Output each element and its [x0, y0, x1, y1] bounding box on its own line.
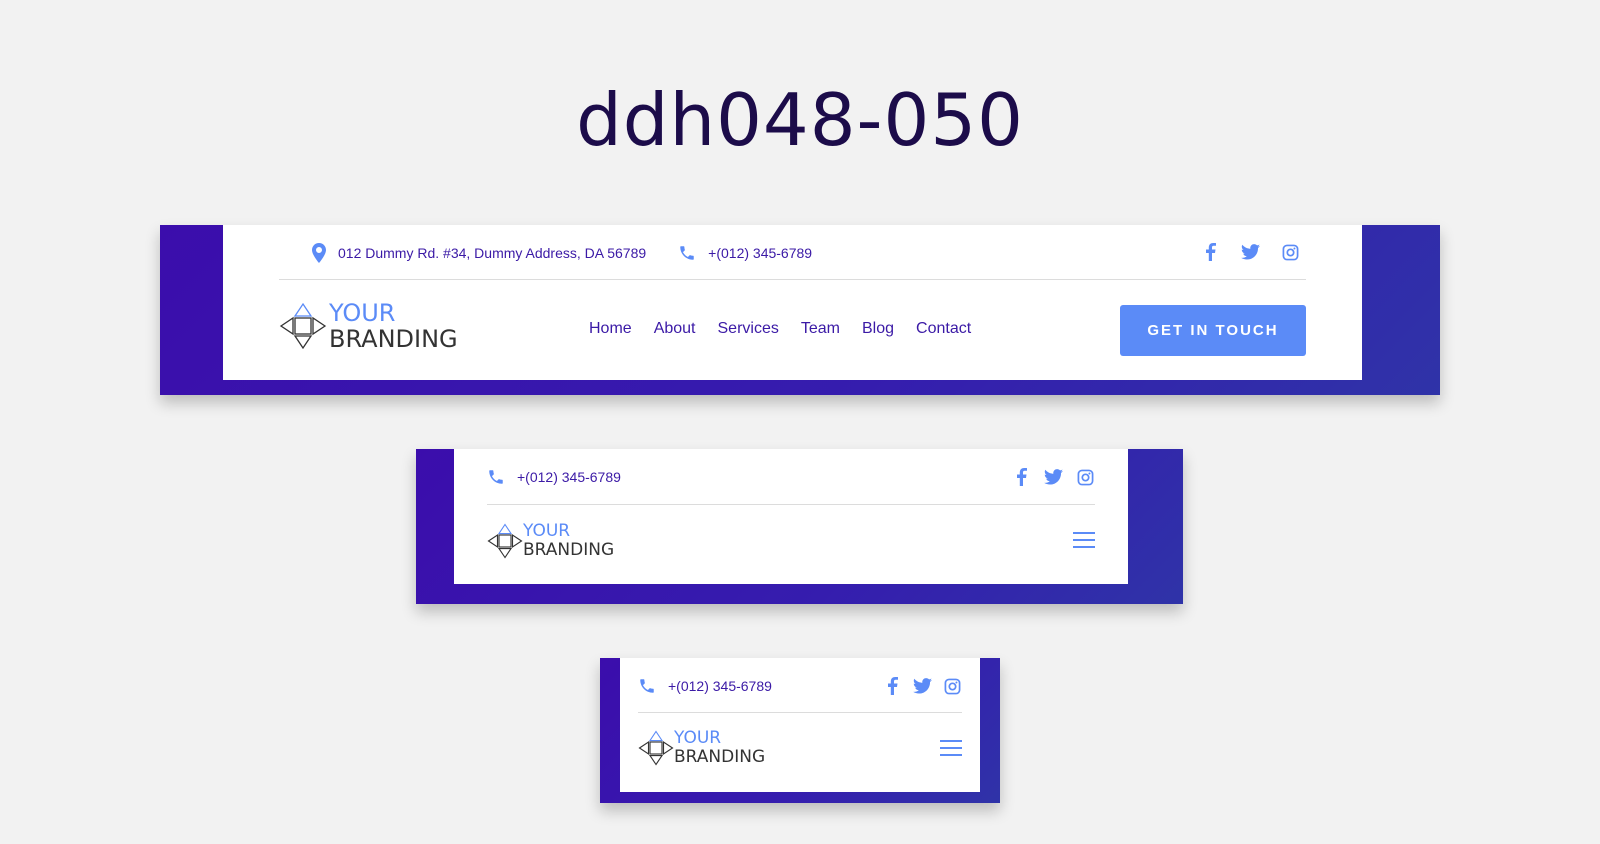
facebook-icon[interactable]: [1200, 243, 1220, 261]
tablet-header-card: +(012) 345-6789 YOUR BRANDING: [454, 449, 1128, 584]
topbar-divider: [638, 712, 962, 713]
phone-text: +(012) 345-6789: [708, 244, 813, 261]
social-icons: [1180, 242, 1300, 262]
tablet-header-frame: +(012) 345-6789 YOUR BRANDING: [416, 449, 1183, 604]
phone-icon: [489, 469, 503, 484]
nav-services[interactable]: Services: [718, 320, 779, 338]
phone-text: +(012) 345-6789: [517, 468, 621, 485]
nav-about[interactable]: About: [654, 320, 696, 338]
desktop-header-card: 012 Dummy Rd. #34, Dummy Address, DA 567…: [223, 225, 1362, 380]
phone-icon: [640, 678, 654, 693]
nav-blog[interactable]: Blog: [862, 320, 894, 338]
address-text: 012 Dummy Rd. #34, Dummy Address, DA 567…: [338, 244, 647, 261]
nav-contact[interactable]: Contact: [916, 320, 971, 338]
logo-mark-icon: [487, 523, 523, 559]
phone-info[interactable]: +(012) 345-6789: [638, 677, 772, 695]
twitter-icon[interactable]: [1043, 469, 1063, 485]
logo-branding-text: BRANDING: [329, 325, 458, 353]
hamburger-menu-icon[interactable]: [940, 740, 962, 756]
facebook-icon[interactable]: [882, 677, 902, 695]
topbar-divider: [487, 504, 1095, 505]
page-title: ddh048-050: [576, 78, 1024, 162]
brand-logo[interactable]: YOUR BRANDING: [638, 730, 765, 766]
instagram-icon[interactable]: [942, 678, 962, 695]
logo-mark-icon: [638, 730, 674, 766]
logo-your-text: YOUR: [329, 299, 396, 327]
social-icons: [999, 467, 1095, 487]
map-pin-icon: [312, 242, 326, 263]
logo-your-text: YOUR: [674, 728, 722, 748]
twitter-icon[interactable]: [1240, 244, 1260, 260]
desktop-topbar: 012 Dummy Rd. #34, Dummy Address, DA 567…: [312, 225, 812, 280]
main-nav: Home About Services Team Blog Contact: [589, 320, 993, 338]
nav-home[interactable]: Home: [589, 320, 632, 338]
get-in-touch-button[interactable]: GET IN TOUCH: [1120, 305, 1306, 356]
mobile-header-card: +(012) 345-6789 YOUR BRANDING: [620, 658, 980, 792]
phone-icon: [680, 245, 694, 260]
brand-logo[interactable]: YOUR BRANDING: [279, 301, 458, 351]
instagram-icon[interactable]: [1280, 244, 1300, 261]
phone-text: +(012) 345-6789: [668, 677, 772, 694]
instagram-icon[interactable]: [1075, 469, 1095, 486]
desktop-header-frame: 012 Dummy Rd. #34, Dummy Address, DA 567…: [160, 225, 1440, 395]
nav-team[interactable]: Team: [801, 320, 840, 338]
hamburger-menu-icon[interactable]: [1073, 532, 1095, 548]
mobile-header-frame: +(012) 345-6789 YOUR BRANDING: [600, 658, 1000, 803]
topbar-divider: [279, 279, 1306, 280]
facebook-icon[interactable]: [1011, 468, 1031, 486]
brand-logo[interactable]: YOUR BRANDING: [487, 523, 614, 559]
logo-your-text: YOUR: [523, 521, 571, 541]
phone-info[interactable]: +(012) 345-6789: [678, 244, 812, 262]
logo-branding-text: BRANDING: [674, 747, 766, 767]
logo-branding-text: BRANDING: [523, 540, 615, 560]
tablet-topbar: +(012) 345-6789: [487, 449, 621, 504]
logo-mark-icon: [279, 302, 327, 350]
mobile-topbar: +(012) 345-6789: [638, 658, 772, 713]
social-icons: [872, 676, 962, 696]
phone-info[interactable]: +(012) 345-6789: [487, 468, 621, 486]
address-info: 012 Dummy Rd. #34, Dummy Address, DA 567…: [312, 242, 647, 263]
twitter-icon[interactable]: [912, 678, 932, 694]
